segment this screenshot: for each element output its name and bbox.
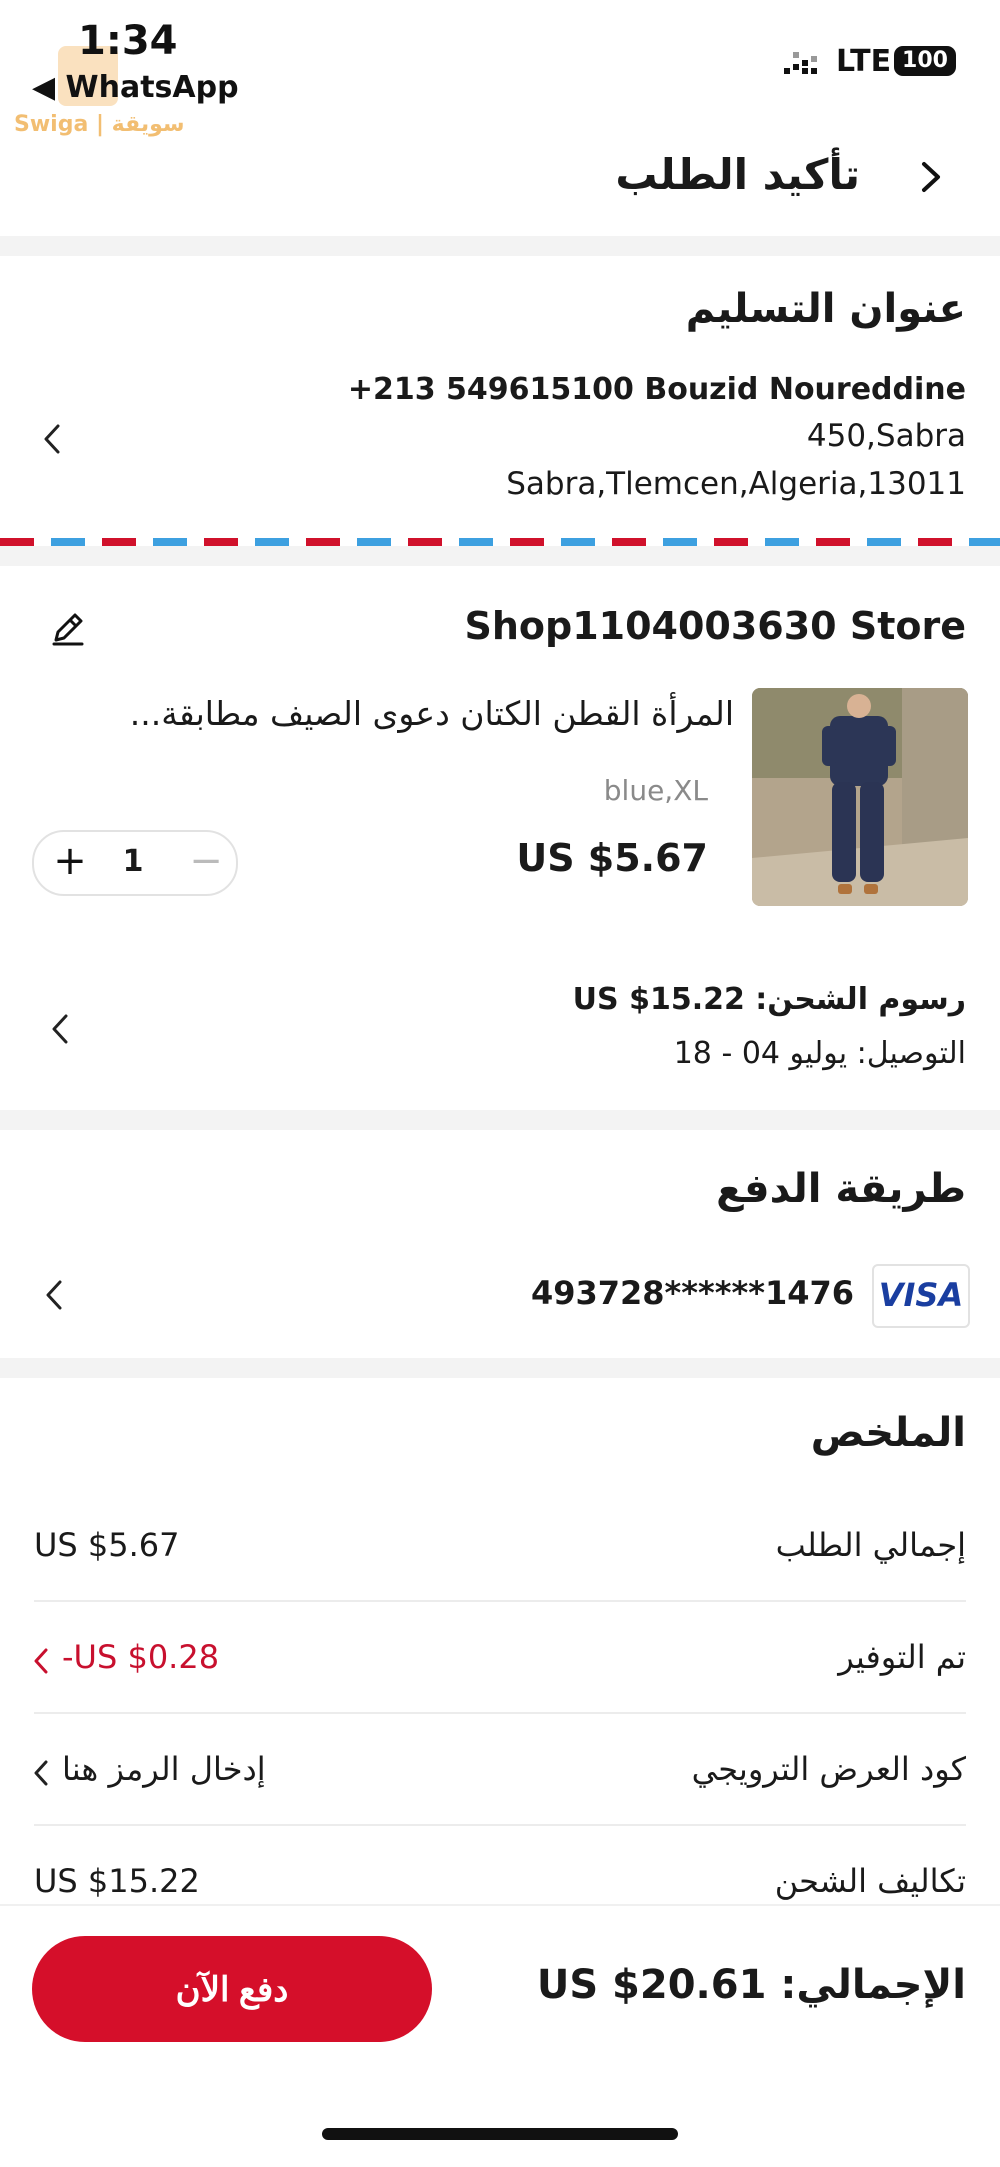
edit-pencil-icon[interactable] xyxy=(48,608,88,648)
address-line-2: Sabra,Tlemcen,Algeria,13011 xyxy=(506,466,966,502)
payment-chevron-icon[interactable] xyxy=(40,1278,68,1312)
pay-now-button[interactable]: دفع الآن xyxy=(32,1936,432,2042)
payment-title: طريقة الدفع xyxy=(716,1166,966,1212)
shipping-chevron-icon[interactable] xyxy=(46,1012,74,1046)
promo-code-input-link[interactable]: إدخال الرمز هنا xyxy=(62,1750,266,1788)
network-label: LTE xyxy=(836,44,892,79)
shipping-cost-label: تكاليف الشحن xyxy=(774,1862,966,1900)
home-indicator[interactable] xyxy=(322,2128,678,2140)
card-number: 493728******1476 xyxy=(530,1274,854,1312)
shipping-cost-value: US $15.22 xyxy=(34,1862,200,1900)
store-name[interactable]: Shop1104003630 Store xyxy=(464,604,966,648)
quantity-value: 1 xyxy=(122,844,144,879)
grand-total: الإجمالي: US $20.61 xyxy=(536,1962,966,2008)
divider xyxy=(34,1712,966,1714)
promo-chevron-icon[interactable] xyxy=(30,1756,52,1790)
section-separator xyxy=(0,546,1000,566)
page-title: تأكيد الطلب xyxy=(615,150,860,199)
section-separator xyxy=(0,236,1000,256)
section-separator xyxy=(0,1358,1000,1378)
delivery-estimate: التوصيل: يوليو 04 - 18 xyxy=(673,1036,966,1071)
status-time: 1:34 xyxy=(78,18,178,64)
quantity-increase-button[interactable]: + xyxy=(50,838,90,884)
promo-code-label: كود العرض الترويجي xyxy=(691,1750,966,1788)
address-title: عنوان التسليم xyxy=(685,286,966,332)
product-image[interactable] xyxy=(752,688,968,906)
shipping-fee: رسوم الشحن: US $15.22 xyxy=(572,982,966,1017)
divider xyxy=(34,1600,966,1602)
section-separator xyxy=(0,1110,1000,1130)
quantity-decrease-button[interactable]: − xyxy=(186,838,226,884)
back-to-whatsapp-link[interactable]: ◀ WhatsApp xyxy=(32,70,239,105)
product-variant: blue,XL xyxy=(603,774,708,807)
watermark-text: Swiga | سويقة xyxy=(14,112,185,137)
order-total-value: US $5.67 xyxy=(34,1526,180,1564)
visa-logo: VISA xyxy=(872,1264,970,1328)
signal-icon xyxy=(784,52,817,74)
address-chevron-icon[interactable] xyxy=(38,422,66,456)
back-chevron-icon[interactable] xyxy=(914,160,948,194)
order-total-label: إجمالي الطلب xyxy=(775,1526,966,1564)
battery-icon: 100 xyxy=(894,46,956,76)
product-price: US $5.67 xyxy=(516,836,708,880)
address-line-1: 450,Sabra xyxy=(806,418,966,454)
airmail-stripe xyxy=(0,538,1000,546)
savings-label: تم التوفير xyxy=(838,1638,966,1676)
summary-title: الملخص xyxy=(810,1410,966,1456)
divider xyxy=(34,1824,966,1826)
product-title[interactable]: المرأة القطن الكتان دعوى الصيف مطابقة... xyxy=(130,694,734,733)
recipient-name-phone: +213 549615100 Bouzid Noureddine xyxy=(347,372,966,407)
savings-chevron-icon[interactable] xyxy=(30,1644,52,1678)
savings-value[interactable]: -US $0.28 xyxy=(62,1638,219,1676)
